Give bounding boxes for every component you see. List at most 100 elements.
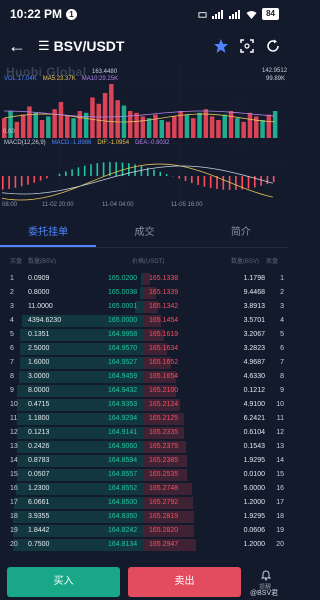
time-label: 11-04 04:00 xyxy=(102,202,134,208)
sell-button[interactable]: 卖出 xyxy=(128,567,241,597)
bid-price: 164.9459 xyxy=(108,373,138,380)
macd-histogram-bar xyxy=(46,176,48,179)
ask-quantity: 0.6104 xyxy=(243,429,265,436)
tab-info[interactable]: 简介 xyxy=(193,220,289,247)
macd-histogram-bar xyxy=(260,176,262,186)
bid-index: 10 xyxy=(10,401,18,408)
ask-quantity: 1.9295 xyxy=(243,457,265,464)
bid-quantity: 0.7500 xyxy=(28,541,50,548)
ask-index: 12 xyxy=(276,429,284,436)
header-bid-index: 买盘 xyxy=(10,259,23,265)
orderbook-row[interactable]: 19 1.8442 164.8242 165.2820 0.0606 19 xyxy=(0,524,289,538)
macd-histogram-bar xyxy=(58,173,61,176)
ask-quantity: 0.1543 xyxy=(243,443,265,450)
bid-quantity: 6.0661 xyxy=(28,499,50,506)
ask-quantity: 3.5701 xyxy=(243,317,265,324)
orderbook-row[interactable]: 5 0.1351 164.9958 165.1619 3.2067 5 xyxy=(0,328,289,342)
volume-bar xyxy=(90,97,95,138)
orderbook-row[interactable]: 14 0.8783 164.8594 165.2385 1.9295 14 xyxy=(0,454,289,468)
bid-index: 4 xyxy=(10,317,14,324)
ask-index: 11 xyxy=(276,415,284,422)
ask-index: 9 xyxy=(280,387,284,394)
wifi-icon xyxy=(246,10,257,19)
tab-order-book[interactable]: 委托挂单 xyxy=(0,220,97,247)
orderbook-row[interactable]: 7 1.6000 164.9527 165.1652 4.9687 7 xyxy=(0,356,289,370)
dif-value: DIF:-1.0954 xyxy=(97,140,130,146)
orderbook-row[interactable]: 6 2.5000 164.9570 165.1634 3.2823 6 xyxy=(0,342,289,356)
menu-icon[interactable]: ☰ xyxy=(38,38,50,54)
volume-bar xyxy=(228,111,234,138)
bid-price: 164.9432 xyxy=(108,387,138,394)
back-arrow-icon[interactable]: ← xyxy=(8,36,34,57)
bid-index: 6 xyxy=(10,345,14,352)
macd-histogram-bar xyxy=(77,167,80,176)
time-label: 11-02 20:00 xyxy=(42,202,74,208)
orderbook-row[interactable]: 20 0.7500 164.8134 165.2947 1.2000 20 xyxy=(0,538,289,552)
orderbook-row[interactable]: 16 1.2300 164.8552 165.2748 5.0000 16 xyxy=(0,482,289,496)
volume-indicators: VOL:17.04K MA5:23.37K MA10:29.25K xyxy=(4,76,118,82)
orderbook-row[interactable]: 13 0.2426 164.9060 165.2375 0.1543 13 xyxy=(0,440,289,454)
ask-price: 165.2335 xyxy=(149,429,179,436)
alarm-icon xyxy=(198,11,207,18)
bid-price: 164.9527 xyxy=(108,359,138,366)
refresh-icon[interactable] xyxy=(265,38,281,54)
orderbook-row[interactable]: 10 0.4715 164.9353 165.2124 4.9100 10 xyxy=(0,398,289,412)
bid-quantity: 1.8442 xyxy=(28,527,50,534)
bid-index: 7 xyxy=(10,359,14,366)
signal-icon xyxy=(212,9,224,19)
orderbook-row[interactable]: 3 11.0000 165.0001 165.1342 3.8913 3 xyxy=(0,300,289,314)
bid-index: 14 xyxy=(10,457,18,464)
kline-chart[interactable]: Huobi Global 163.4480 142.9512 99.89K 0.… xyxy=(0,64,289,216)
tab-trades[interactable]: 成交 xyxy=(96,220,192,247)
dea-line xyxy=(1,165,274,195)
star-favorite-icon[interactable] xyxy=(213,38,229,54)
bid-quantity: 0.0909 xyxy=(28,275,50,282)
bid-quantity: 11.0000 xyxy=(28,303,53,310)
nav-actions xyxy=(213,38,281,54)
volume-bar xyxy=(71,118,76,138)
orderbook-row[interactable]: 4 4394.6230 165.0000 165.1454 3.5701 4 xyxy=(0,314,289,328)
macd-histogram-bar xyxy=(83,165,86,176)
orderbook-row[interactable]: 1 0.0909 165.0200 165.1338 1.1798 1 xyxy=(0,272,289,286)
macd-histogram-bar xyxy=(266,176,269,185)
status-time: 10:22 PM xyxy=(10,7,63,21)
ask-price: 165.2100 xyxy=(149,387,179,394)
volume-bar xyxy=(235,118,240,138)
macd-histogram-bar xyxy=(209,176,212,188)
battery-indicator: 84 xyxy=(262,8,279,20)
bid-price: 164.9958 xyxy=(108,331,138,338)
macd-histogram-bar xyxy=(247,176,250,189)
bid-price: 164.9060 xyxy=(108,443,138,450)
macd-histogram-bar xyxy=(102,162,105,176)
bid-price: 164.9570 xyxy=(108,345,138,352)
volume-bar xyxy=(241,121,246,138)
ask-index: 8 xyxy=(280,373,284,380)
bid-quantity: 4394.6230 xyxy=(28,317,62,324)
vol-indicator: VOL:17.04K xyxy=(4,76,37,82)
orderbook-row[interactable]: 18 3.9355 164.8350 165.2819 1.9295 18 xyxy=(0,510,289,524)
bid-index: 11 xyxy=(10,415,18,422)
macd-histogram-bar xyxy=(153,169,155,176)
orderbook-row[interactable]: 15 0.0507 164.8557 165.2535 0.0100 15 xyxy=(0,468,289,482)
ma10-indicator: MA10:29.25K xyxy=(81,76,119,82)
bottom-action-bar: 买入 卖出 提醒 @BSV君 xyxy=(0,560,289,600)
bid-quantity: 0.1213 xyxy=(28,429,50,436)
orderbook-row[interactable]: 2 0.8000 165.0038 165.1339 9.4468 2 xyxy=(0,286,289,300)
macd-histogram-bar xyxy=(159,171,162,176)
orderbook-row[interactable]: 11 1.1800 164.9294 165.2125 6.2421 11 xyxy=(0,412,289,426)
volume-bar xyxy=(39,120,45,138)
orderbook-row[interactable]: 17 6.0661 164.8500 165.2792 1.2000 17 xyxy=(0,496,289,510)
time-axis: 08:00 11-02 20:00 11-04 04:00 11-05 16:0… xyxy=(0,202,289,214)
bid-price: 165.0000 xyxy=(108,317,138,324)
fullscreen-icon[interactable] xyxy=(239,38,255,54)
macd-histogram-bar xyxy=(33,176,36,183)
volume-bar xyxy=(140,116,146,138)
orderbook-row[interactable]: 9 8.0000 164.9432 165.2100 0.1212 9 xyxy=(0,384,289,398)
volume-bar xyxy=(102,93,108,138)
pair-title[interactable]: BSV/USDT xyxy=(54,38,125,54)
orderbook-row[interactable]: 12 0.1213 164.9141 165.2335 0.6104 12 xyxy=(0,426,289,440)
volume-bar xyxy=(184,114,190,138)
buy-button[interactable]: 买入 xyxy=(7,567,120,597)
orderbook-row[interactable]: 8 3.0000 164.9459 165.1654 4.6330 8 xyxy=(0,370,289,384)
bid-quantity: 0.8783 xyxy=(28,457,50,464)
